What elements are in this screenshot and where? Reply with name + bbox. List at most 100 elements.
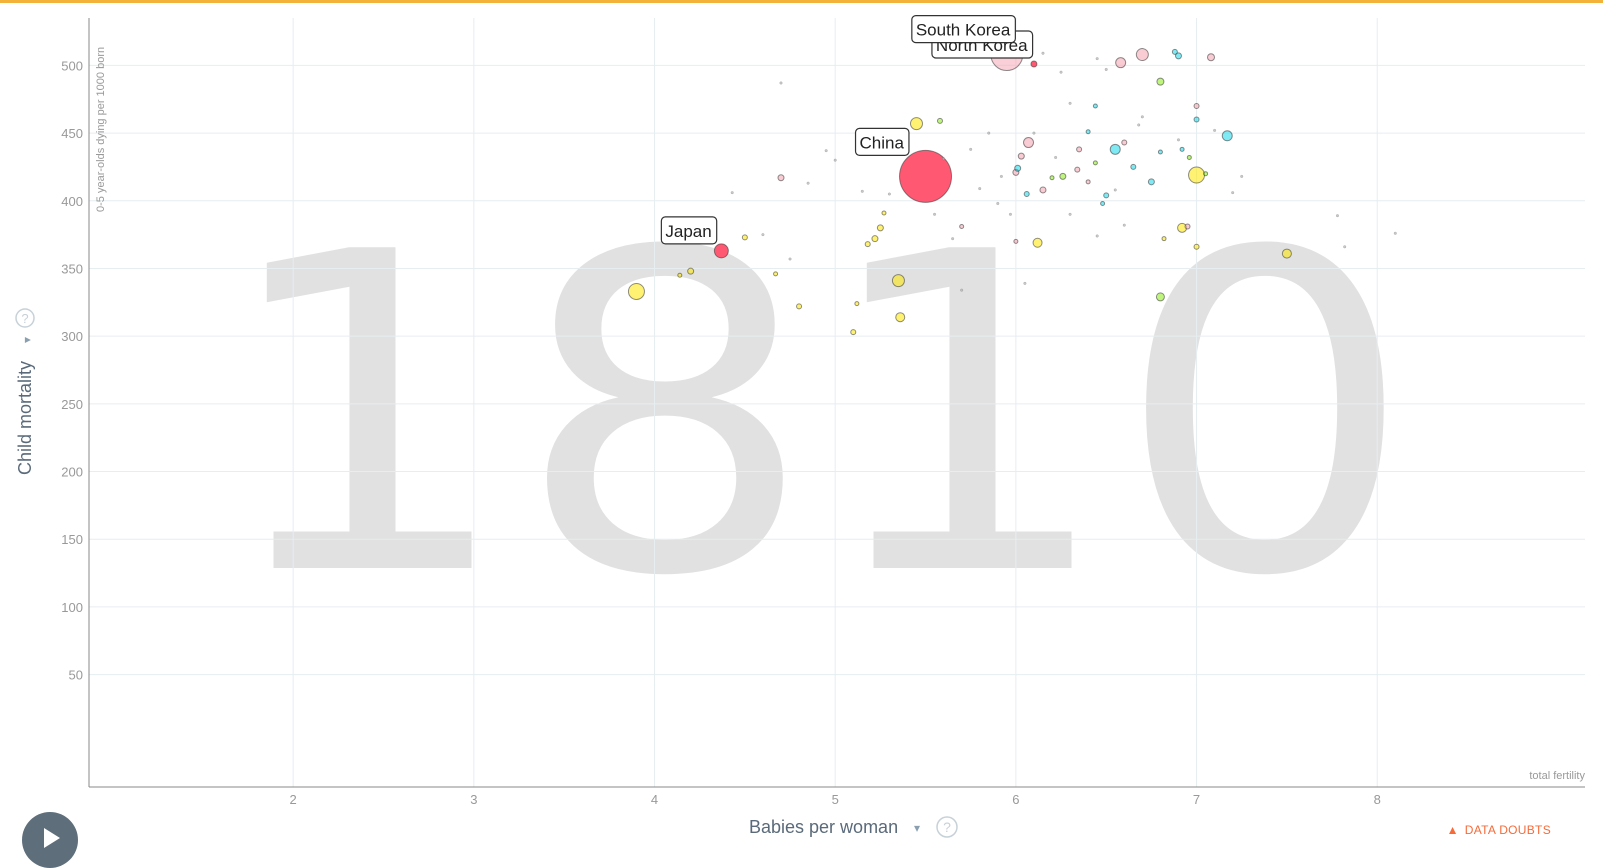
x-tick-label: 6 [1012, 792, 1019, 807]
y-tick-label: 500 [61, 58, 83, 73]
data-point [850, 329, 857, 336]
data-point [777, 174, 785, 182]
data-point [1393, 231, 1397, 235]
data-point [1017, 152, 1025, 160]
data-point [936, 117, 943, 124]
data-point [1213, 128, 1217, 132]
data-point [996, 201, 1000, 206]
data-point [1115, 57, 1127, 69]
data-point [1184, 223, 1191, 230]
x-tick-label: 8 [1374, 792, 1381, 807]
data-point [951, 237, 955, 241]
data-point [1059, 70, 1063, 74]
data-point [1085, 129, 1091, 135]
data-point [1122, 223, 1126, 227]
data-point [1130, 163, 1137, 170]
country-label-text: Japan [665, 222, 711, 241]
data-point [1186, 154, 1192, 160]
data-point [999, 174, 1003, 178]
data-point [779, 81, 783, 85]
data-point [864, 241, 871, 248]
data-point [1157, 149, 1163, 155]
data-point [871, 235, 879, 243]
data-point [1221, 130, 1233, 142]
data-point [1059, 172, 1067, 180]
data-point [1041, 51, 1045, 55]
y-tick-label: 150 [61, 532, 83, 547]
data-point [1188, 166, 1206, 184]
data-point [1113, 188, 1117, 192]
y-axis-title-group[interactable]: Child mortality ▾ ? [15, 308, 35, 475]
data-point [1054, 155, 1058, 159]
data-point [1023, 281, 1027, 285]
y-tick-label: 350 [61, 261, 83, 276]
data-point [960, 288, 964, 292]
y-tick-label: 200 [61, 465, 83, 480]
data-point [1193, 103, 1200, 110]
data-point [1335, 214, 1340, 218]
data-point [761, 233, 765, 237]
y-tick-label: 400 [61, 194, 83, 209]
data-point [1032, 237, 1043, 248]
data-point [1095, 234, 1099, 238]
year-watermark: 1810 [215, 160, 1415, 672]
y-axis-ticks: 50 100 150 200 250 300 350 400 450 500 [61, 58, 83, 682]
y-axis-help-icon[interactable]: ? [15, 308, 35, 328]
data-point [1240, 174, 1244, 178]
x-tick-label: 7 [1193, 792, 1200, 807]
data-point [1135, 48, 1149, 62]
data-point [887, 192, 891, 196]
x-axis-caret-icon[interactable]: ▾ [914, 821, 920, 835]
data-point [1103, 192, 1110, 199]
data-point [796, 303, 803, 310]
y-axis-title[interactable]: Child mortality [15, 361, 35, 475]
y-tick-label: 250 [61, 397, 83, 412]
data-doubts-link[interactable]: ▲ DATA DOUBTS [1447, 823, 1551, 837]
x-axis-help-icon[interactable]: ? [936, 816, 958, 838]
data-point [909, 117, 923, 131]
x-axis-corner-label: total fertility [1529, 770, 1585, 782]
data-point [806, 181, 810, 185]
data-point [1171, 48, 1178, 55]
data-point [687, 267, 695, 275]
warning-icon: ▲ [1446, 823, 1459, 837]
data-point [1100, 200, 1106, 206]
data-point [1092, 160, 1098, 166]
x-axis-title-group[interactable]: Babies per woman ▾ ? [749, 816, 958, 838]
y-tick-label: 100 [61, 600, 83, 615]
data-point [1092, 103, 1098, 109]
data-point [1032, 131, 1036, 135]
data-point [1193, 116, 1200, 123]
data-point [773, 271, 779, 277]
data-doubts-label[interactable]: DATA DOUBTS [1465, 823, 1551, 837]
data-point [1095, 57, 1099, 61]
x-tick-label: 3 [470, 792, 477, 807]
data-point [833, 158, 837, 162]
y-tick-label: 300 [61, 329, 83, 344]
data-point [933, 212, 937, 216]
data-point [881, 210, 887, 216]
data-point [713, 243, 729, 259]
data-point [1147, 178, 1155, 186]
data-point [1068, 101, 1072, 105]
data-point [891, 274, 905, 288]
x-axis-title[interactable]: Babies per woman [749, 817, 898, 837]
data-point [860, 189, 864, 193]
data-point [1193, 243, 1200, 250]
data-point [1140, 115, 1144, 119]
data-point [1281, 248, 1292, 259]
play-button[interactable] [22, 812, 78, 868]
data-point [1049, 175, 1055, 181]
data-point [969, 147, 973, 151]
country-label: China [854, 127, 910, 157]
y-axis-caret-icon[interactable]: ▾ [20, 337, 34, 343]
data-point [1231, 191, 1235, 195]
y-tick-label: 50 [69, 668, 83, 683]
data-point [1121, 139, 1128, 146]
data-point [1013, 238, 1019, 244]
data-point [1085, 179, 1091, 185]
data-point [1161, 236, 1167, 242]
data-point [978, 187, 982, 191]
bubble-chart: 1810 50 100 150 200 250 300 350 400 450 500 2 3 4 5 6… [15, 15, 1585, 838]
svg-text:?: ? [943, 819, 951, 835]
